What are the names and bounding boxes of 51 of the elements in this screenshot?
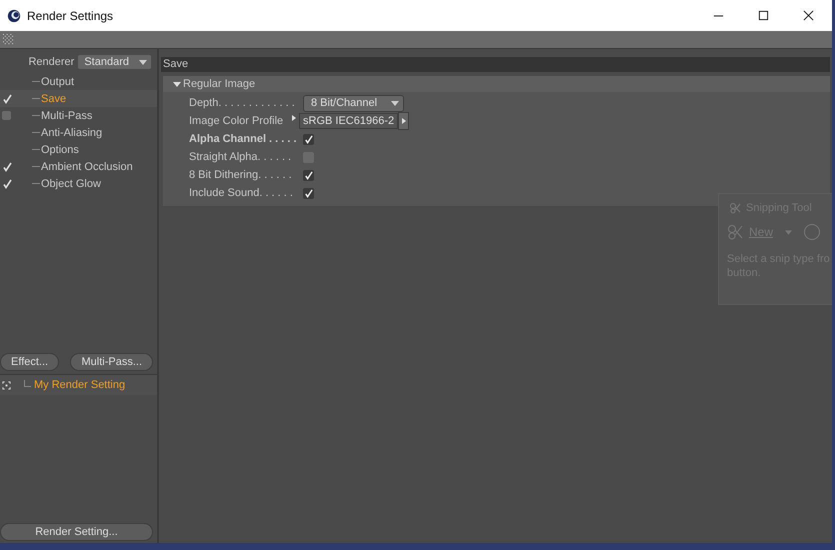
- scissors-icon: [727, 224, 743, 240]
- checkmark-icon[interactable]: [2, 178, 12, 188]
- renderer-label: Renderer: [28, 56, 74, 68]
- tree-item[interactable]: Output: [0, 73, 157, 90]
- checkbox[interactable]: [2, 111, 11, 120]
- tree-item[interactable]: Ambient Occlusion: [0, 158, 157, 175]
- group-header[interactable]: Regular Image: [163, 76, 830, 92]
- setting-label: 8 Bit Dithering. . . . . .: [189, 168, 293, 182]
- render-setting-button[interactable]: Render Setting...: [0, 523, 153, 541]
- caret-icon: [391, 100, 400, 106]
- checkmark-icon[interactable]: [2, 94, 12, 104]
- triangle-icon[interactable]: [173, 80, 181, 88]
- effect-button[interactable]: Effect...: [0, 353, 60, 371]
- setting-label: Include Sound. . . . . .: [189, 186, 294, 200]
- tree-item[interactable]: Anti-Aliasing: [0, 124, 157, 141]
- arrow-icon: [402, 118, 406, 124]
- profile-menu-button[interactable]: [398, 112, 410, 130]
- section-title: Save: [161, 57, 830, 72]
- tree-item[interactable]: Options: [0, 141, 157, 158]
- effect-button[interactable]: Multi-Pass...: [70, 353, 153, 371]
- depth-dropdown[interactable]: 8 Bit/Channel: [303, 94, 404, 112]
- tree-item-label: Output: [41, 76, 74, 88]
- arrow-icon[interactable]: [292, 115, 296, 121]
- render-setting-item[interactable]: My Render Setting: [0, 375, 157, 395]
- app-logo-icon: [7, 8, 21, 22]
- color-profile-field[interactable]: sRGB IEC61966-2: [299, 113, 398, 129]
- tree-item-label: Anti-Aliasing: [41, 126, 102, 138]
- maximize-icon[interactable]: [758, 10, 769, 21]
- setting-label: Straight Alpha. . . . . .: [189, 150, 292, 164]
- renderer-dropdown[interactable]: Standard: [78, 55, 151, 69]
- setting-label: Alpha Channel . . . . .: [189, 132, 298, 146]
- close-icon[interactable]: [803, 10, 814, 21]
- grip-icon[interactable]: [3, 34, 14, 45]
- checkbox[interactable]: [303, 134, 314, 144]
- setting-label: Depth. . . . . . . . . . . . .: [189, 96, 296, 110]
- tree-item[interactable]: Save: [0, 90, 157, 107]
- caret-icon: [139, 60, 147, 64]
- tree-item-label: Save: [41, 92, 66, 104]
- tree-item[interactable]: Multi-Pass: [0, 107, 157, 124]
- tree-item-label: Multi-Pass: [41, 110, 92, 122]
- window-title: Render Settings: [27, 8, 114, 22]
- tree-item[interactable]: Object Glow: [0, 175, 157, 192]
- checkbox[interactable]: [303, 188, 314, 198]
- scissors-icon: [729, 202, 741, 214]
- tree-item-label: Ambient Occlusion: [41, 160, 133, 172]
- checkbox[interactable]: [303, 170, 314, 180]
- tree-item-label: Options: [41, 144, 79, 156]
- setting-label: Image Color Profile: [189, 114, 284, 128]
- tree-item-label: Object Glow: [41, 178, 101, 190]
- focus-icon: [2, 380, 11, 390]
- checkmark-icon[interactable]: [2, 162, 12, 172]
